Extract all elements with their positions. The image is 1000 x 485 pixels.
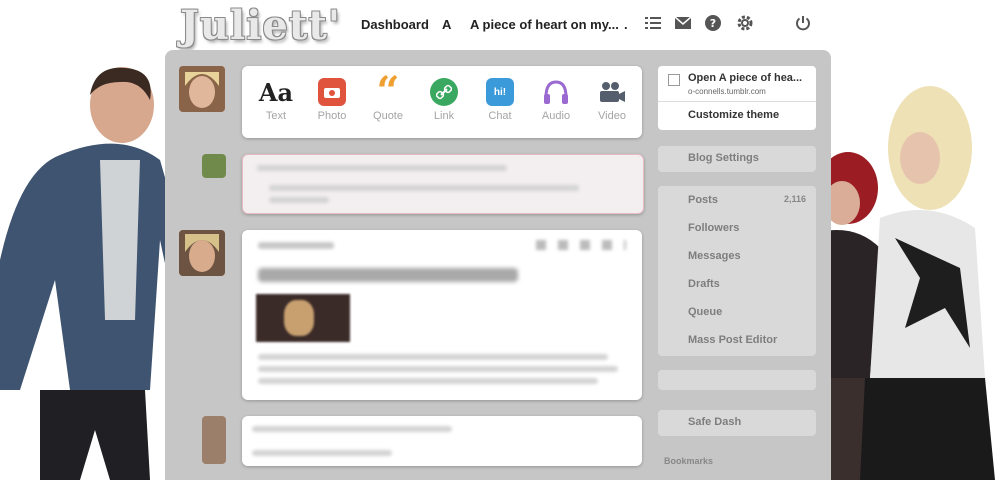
post-type-label: Video	[598, 110, 626, 122]
post-type-bar: Aa Text Photo “ Quote Link hi! Chat Audi…	[242, 66, 642, 138]
post-avatar-small-2[interactable]	[202, 416, 226, 464]
post-photo[interactable]	[256, 294, 350, 342]
post-chat-button[interactable]: hi! Chat	[472, 78, 528, 122]
messages-label[interactable]: Messages	[688, 250, 741, 262]
drafts-label[interactable]: Drafts	[688, 278, 720, 290]
user-avatar[interactable]	[179, 66, 225, 112]
mass-editor-label[interactable]: Mass Post Editor	[688, 334, 777, 346]
power-icon[interactable]	[792, 12, 814, 34]
bookmarks-label: Bookmarks	[664, 456, 714, 466]
nav-dot-link[interactable]: .	[624, 17, 628, 32]
post-type-label: Text	[265, 110, 287, 122]
post-type-label: Audio	[541, 110, 571, 122]
gear-icon[interactable]	[734, 12, 756, 34]
post-link-button[interactable]: Link	[416, 78, 472, 122]
blog-settings-item[interactable]: Blog Settings	[658, 146, 816, 172]
video-camera-icon	[598, 78, 626, 106]
post-avatar[interactable]	[179, 230, 225, 276]
text-icon: Aa	[258, 77, 294, 107]
ask-post-card	[242, 154, 644, 214]
external-link-icon	[668, 74, 680, 86]
nav-blog-link[interactable]: A piece of heart on my...	[470, 17, 619, 32]
camera-icon	[318, 78, 346, 106]
headphones-icon	[542, 78, 570, 106]
help-icon[interactable]: ?	[702, 12, 724, 34]
post-card-2	[242, 416, 642, 466]
blog-url: o-connells.tumblr.com	[688, 87, 766, 96]
blog-settings-label: Blog Settings	[688, 152, 759, 164]
quote-icon: “	[376, 68, 400, 115]
posts-label[interactable]: Posts	[688, 194, 718, 206]
link-icon	[430, 78, 458, 106]
svg-text:?: ?	[710, 17, 716, 30]
blog-menu-card: Open A piece of hea... o-connells.tumblr…	[658, 66, 816, 130]
post-card	[242, 230, 642, 400]
mail-icon[interactable]	[672, 12, 694, 34]
sidebar-blur-block	[658, 370, 816, 390]
post-type-label: Chat	[488, 110, 512, 122]
open-blog-link[interactable]: Open A piece of hea...	[688, 72, 802, 84]
queue-label[interactable]: Queue	[688, 306, 722, 318]
post-video-button[interactable]: Video	[584, 78, 640, 122]
chat-icon: hi!	[486, 78, 514, 106]
blog-stats-list: Posts 2,116 Followers Messages Drafts Qu…	[658, 186, 816, 356]
nav-a-link[interactable]: A	[442, 17, 451, 32]
post-photo-button[interactable]: Photo	[304, 78, 360, 122]
followers-label[interactable]: Followers	[688, 222, 739, 234]
customize-theme-link[interactable]: Customize theme	[688, 109, 779, 121]
post-text-button[interactable]: Aa Text	[248, 77, 304, 123]
site-logo[interactable]: Juliett'	[180, 2, 341, 49]
post-type-label: Photo	[317, 110, 347, 122]
safe-dash-item[interactable]: Safe Dash	[658, 410, 816, 436]
safe-dash-label: Safe Dash	[688, 416, 742, 428]
post-avatar-small[interactable]	[202, 154, 226, 178]
nav-dashboard-link[interactable]: Dashboard	[361, 17, 429, 32]
post-type-label: Quote	[373, 110, 403, 122]
post-type-label: Link	[433, 110, 455, 122]
post-quote-button[interactable]: “ Quote	[360, 68, 416, 123]
posts-count: 2,116	[783, 194, 806, 204]
list-icon[interactable]	[642, 12, 664, 34]
post-audio-button[interactable]: Audio	[528, 78, 584, 122]
